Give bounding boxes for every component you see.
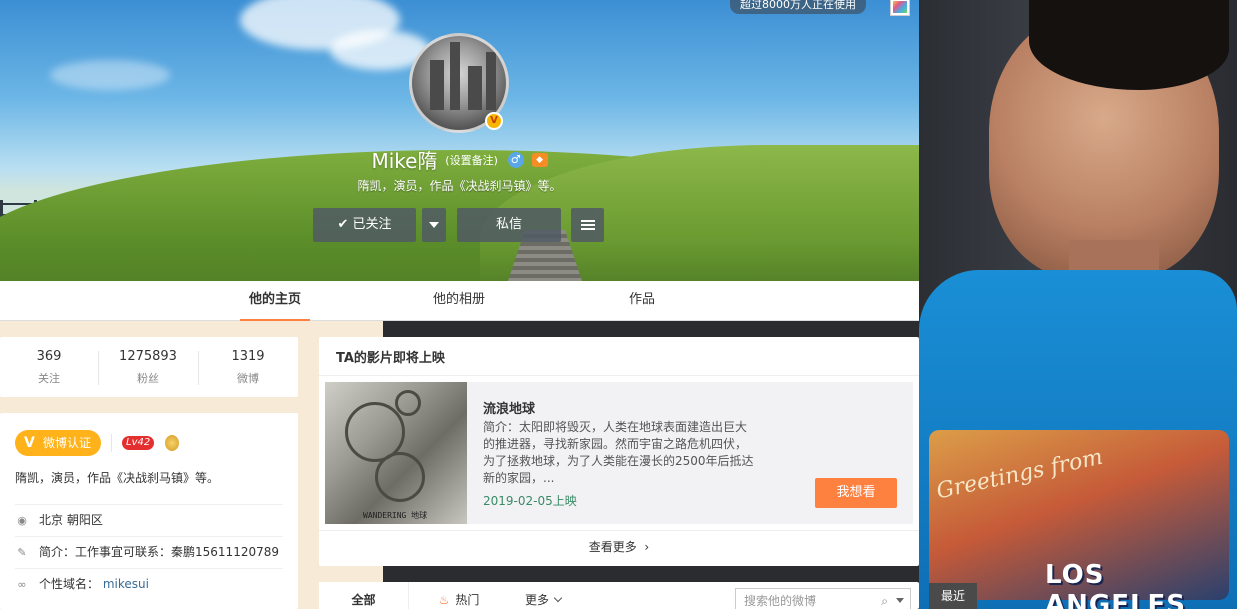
film-title[interactable]: 流浪地球	[483, 398, 535, 417]
stat-label: 粉丝	[137, 372, 159, 385]
vip-icon: ◆	[531, 152, 548, 167]
stat-posts[interactable]: 1319 微博	[199, 349, 297, 386]
intro-label: 简介：	[39, 545, 76, 559]
edit-icon: ✎	[17, 546, 27, 559]
intro-row: ✎ 简介：工作事宜可联系：秦鹏15611120789	[15, 536, 283, 568]
film-card-title: TA的影片即将上映	[336, 351, 445, 366]
film-poster[interactable]: WANDERING 地球	[325, 382, 467, 524]
location-value: 北京 朝阳区	[39, 513, 103, 527]
stat-followers[interactable]: 1275893 粉丝	[99, 349, 197, 386]
profile-name: Mike隋	[371, 149, 438, 173]
see-more-link[interactable]: 查看更多 ›	[319, 538, 919, 555]
feed-tab-hot[interactable]: ♨ 热门	[429, 582, 489, 609]
search-icon[interactable]: ⌕	[881, 589, 888, 609]
set-remark-link[interactable]: (设置备注)	[445, 154, 498, 167]
chevron-down-icon	[553, 593, 563, 603]
search-placeholder: 搜索他的微博	[744, 594, 817, 608]
user-count-badge: 超过8000万人正在使用	[730, 0, 866, 14]
intro-value: 工作事宜可联系：秦鹏15611120789	[75, 545, 279, 559]
more-label: 更多	[524, 593, 549, 607]
stats-card: 369 关注 1275893 粉丝 1319 微博	[0, 337, 298, 397]
search-dropdown-icon[interactable]	[896, 598, 904, 603]
male-icon: ♂	[507, 151, 524, 168]
stat-following[interactable]: 369 关注	[0, 349, 98, 386]
medal-icon[interactable]	[165, 435, 179, 451]
hot-label: 热门	[455, 593, 480, 607]
cloud	[50, 60, 170, 90]
check-icon: ✔	[337, 217, 349, 232]
v-icon: V	[24, 435, 35, 451]
message-button[interactable]: 私信	[457, 208, 561, 242]
upcoming-film-card: TA的影片即将上映 WANDERING 地球 流浪地球 简介：太阳即将毁灭，人类…	[319, 337, 919, 566]
stat-value: 1275893	[119, 349, 177, 364]
see-more-label: 查看更多	[588, 540, 637, 554]
link-icon: ∞	[17, 578, 27, 591]
feed-tab-all[interactable]: 全部	[319, 582, 409, 609]
menu-icon	[580, 219, 595, 230]
follow-dropdown-button[interactable]	[422, 208, 446, 242]
stat-value: 369	[36, 349, 62, 364]
feed-search-input[interactable]: 搜索他的微博 ⌕	[735, 588, 911, 609]
level-badge[interactable]: Lv42	[122, 436, 155, 450]
skin-icon[interactable]	[890, 0, 910, 16]
recent-tag[interactable]: 最近	[929, 583, 977, 609]
chevron-right-icon: ›	[640, 540, 650, 554]
tab-home[interactable]: 他的主页	[240, 281, 310, 321]
cert-label: 微博认证	[43, 436, 92, 450]
name-row: Mike隋 (设置备注) ♂ ◆	[0, 145, 919, 174]
profile-info-card: V 微博认证 Lv42 隋凯，演员，作品《决战刹马镇》等。 ◉ 北京 朝阳区 ✎ 简…	[0, 413, 298, 609]
divider	[319, 530, 919, 531]
domain-row: ∞ 个性域名： mikesui	[15, 568, 283, 600]
feed-tab-more[interactable]: 更多	[515, 582, 571, 609]
profile-bio: 隋凯，演员，作品《决战刹马镇》等。	[15, 471, 220, 485]
divider	[319, 375, 919, 376]
shirt-text-los-angeles: LOS ANGELES	[1045, 560, 1187, 609]
divider	[111, 434, 112, 452]
followed-label: 已关注	[352, 217, 392, 232]
tab-album[interactable]: 他的相册	[424, 281, 494, 321]
film-description: 简介：太阳即将毁灭，人类在地球表面建造出巨大的推进器，寻找新家园。然而宇宙之路危…	[483, 420, 754, 485]
domain-label: 个性域名：	[39, 577, 100, 591]
feed-tab-bar: 全部 ♨ 热门 更多 搜索他的微博 ⌕	[319, 582, 919, 609]
flame-icon: ♨	[438, 593, 450, 607]
location-row: ◉ 北京 朝阳区	[15, 504, 283, 536]
domain-link[interactable]: mikesui	[103, 577, 149, 591]
profile-tabs: 他的主页 他的相册 作品	[0, 281, 919, 321]
verified-badge-icon: V	[485, 112, 503, 130]
location-icon: ◉	[17, 514, 27, 527]
film-item: WANDERING 地球 流浪地球 简介：太阳即将毁灭，人类在地球表面建造出巨大…	[325, 382, 913, 524]
want-to-watch-button[interactable]: 我想看	[815, 478, 897, 508]
film-release-date: 2019-02-05上映	[483, 494, 577, 508]
profile-banner: 超过8000万人正在使用 V Mike隋 (设置备注) ♂ ◆ 隋凯，演员，作品…	[0, 0, 919, 281]
banner-bio: 隋凯，演员，作品《决战刹马镇》等。	[357, 179, 562, 193]
poster-caption: WANDERING 地球	[363, 511, 428, 520]
more-menu-button[interactable]	[571, 208, 604, 242]
stat-label: 微博	[237, 372, 259, 385]
weibo-verified-button[interactable]: V 微博认证	[15, 430, 101, 456]
tab-works[interactable]: 作品	[612, 281, 672, 321]
followed-button[interactable]: ✔ 已关注	[313, 208, 416, 242]
stat-value: 1319	[231, 349, 265, 364]
stat-label: 关注	[38, 372, 60, 385]
caret-down-icon	[429, 221, 439, 228]
